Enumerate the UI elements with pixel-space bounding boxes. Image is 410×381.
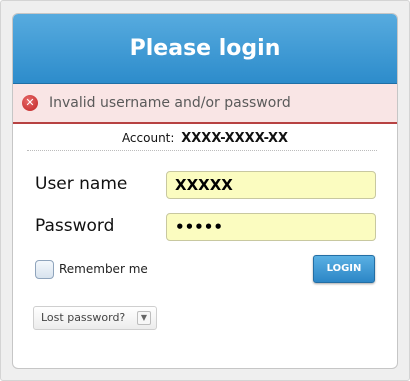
username-label: User name [35,174,128,194]
login-button[interactable]: LOGIN [313,255,375,283]
lost-password-label: Lost password? [41,311,126,324]
window-frame: Please login ✕ Invalid username and/or p… [0,0,410,381]
login-panel: Please login ✕ Invalid username and/or p… [12,13,398,369]
remember-me-label[interactable]: Remember me [59,260,148,279]
error-message: Invalid username and/or password [49,95,291,111]
divider [27,150,377,151]
page-title: Please login [129,36,281,61]
lost-password-button[interactable]: Lost password? ▼ [33,306,157,330]
login-header: Please login [13,14,397,84]
account-label: Account: [121,131,175,145]
error-x-icon: ✕ [22,95,38,111]
account-value: XXXX-XXXX-XX [181,131,289,146]
chevron-down-icon: ▼ [137,311,151,325]
username-input[interactable] [166,171,376,199]
password-label: Password [35,216,115,236]
account-line: Account: XXXX-XXXX-XX [13,126,397,150]
remember-me-checkbox[interactable] [35,260,54,279]
password-input[interactable] [166,213,376,241]
error-banner: ✕ Invalid username and/or password [13,84,397,124]
